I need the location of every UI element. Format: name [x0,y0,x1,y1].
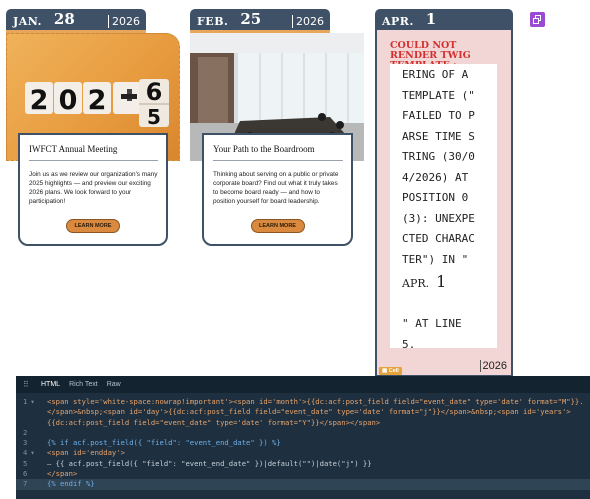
fold-icon: ▾ [30,397,35,406]
error-message-box: ERING OF A TEMPLATE (" FAILED TO P ARSE … [390,64,497,351]
tab-html[interactable]: HTML [41,381,60,388]
event-column-feb: FEB. 25 2026 [190,9,330,33]
cell-tag-label: Cell [388,368,399,374]
block-digit: 6 [146,78,163,106]
error-line: " AT LINE [402,317,462,330]
event-column-error: APR. 1 COULD NOT RENDER TWIG TEMPLATE : … [375,9,513,377]
event-year: 2026 [108,15,140,28]
code-area[interactable]: 1 ▾ <span style='white-space:nowrap!import… [16,393,590,490]
cell-icon: ▦ [382,368,389,374]
error-line: CTED CHARAC [402,232,475,245]
code-line: 1 ▾ <span style='white-space:nowrap!import… [23,397,584,406]
editor-tabs: ⠿ HTML Rich Text Raw [16,376,590,393]
event-day: 25 [240,10,262,28]
event-date-bar: FEB. 25 2026 [190,9,330,33]
code-line: {{dc:acf:post_field field="event_date" t… [47,417,381,427]
code-line: </span>&nbsp;<span id='day'>{{dc:acf:pos… [47,407,571,417]
block-digit: 5 [147,105,161,129]
learn-more-button[interactable]: LEARN MORE [250,219,305,233]
error-line: POSITION 0 [402,191,469,204]
error-line: ERING OF A [402,68,469,81]
code-line: 2 [23,427,28,437]
error-line: FAILED TO P [402,109,475,122]
event-card-feb: Your Path to the Boardroom Thinking abou… [202,133,353,246]
event-title: Your Path to the Boardroom [213,144,343,161]
code-line: 4 ▾ <span id='endday'> [23,448,125,458]
fold-icon: ▾ [30,448,35,458]
event-description: Join us as we review our organization's … [29,171,158,205]
duplicate-icon[interactable] [530,12,545,27]
drag-handle-icon[interactable]: ⠿ [23,380,31,389]
event-month: JAN. [13,15,42,28]
event-year: 2026 [479,360,507,372]
block-digit: 0 [59,85,78,116]
event-month: APR. [382,15,414,28]
event-date-bar: APR. 1 [375,9,513,33]
event-day: 28 [53,10,75,28]
inline-day: 1 [436,272,447,291]
inline-month: APR. [402,277,430,290]
error-line: TEMPLATE (" [402,88,475,102]
event-day: 1 [425,10,437,28]
event-date-bar: JAN. 28 2026 [6,9,146,33]
block-digit: 2 [30,85,49,116]
learn-more-button[interactable]: LEARN MORE [66,219,120,233]
error-line: (3): UNEXPE [402,211,475,225]
code-line: 3 {% if acf.post_field({ "field": "event_… [23,438,281,448]
tab-rich-text[interactable]: Rich Text [69,381,98,388]
code-editor: ⠿ HTML Rich Text Raw 1 ▾ <span style='whit… [16,376,590,499]
code-line: 5– {{ acf.post_field({ "field": "event_e… [23,458,372,468]
error-panel: COULD NOT RENDER TWIG TEMPLATE : ERING O… [375,30,513,377]
event-month: FEB. [197,15,229,28]
tab-raw[interactable]: Raw [107,381,121,388]
event-title: IWFCT Annual Meeting [29,144,158,161]
error-line: TRING (30/0 [402,150,475,163]
error-line: TER") IN " [402,252,469,266]
error-line: ARSE TIME S [402,129,475,143]
error-line: 5. [402,337,416,351]
event-column-jan: JAN. 28 2026 [6,9,146,33]
error-inline-date: APR. 1 [402,270,497,296]
code-line: 6 </span> [23,469,78,479]
event-year: 2026 [292,15,324,28]
code-line-active: 7 {% endif %} [16,479,590,490]
event-description: Thinking about serving on a public or pr… [213,171,339,205]
event-card-jan: IWFCT Annual Meeting Join us as we revie… [18,133,168,246]
error-line: 4/2026) AT [402,170,469,184]
cell-tag[interactable]: ▦ Cell [379,367,402,375]
block-digit: 2 [88,85,107,116]
